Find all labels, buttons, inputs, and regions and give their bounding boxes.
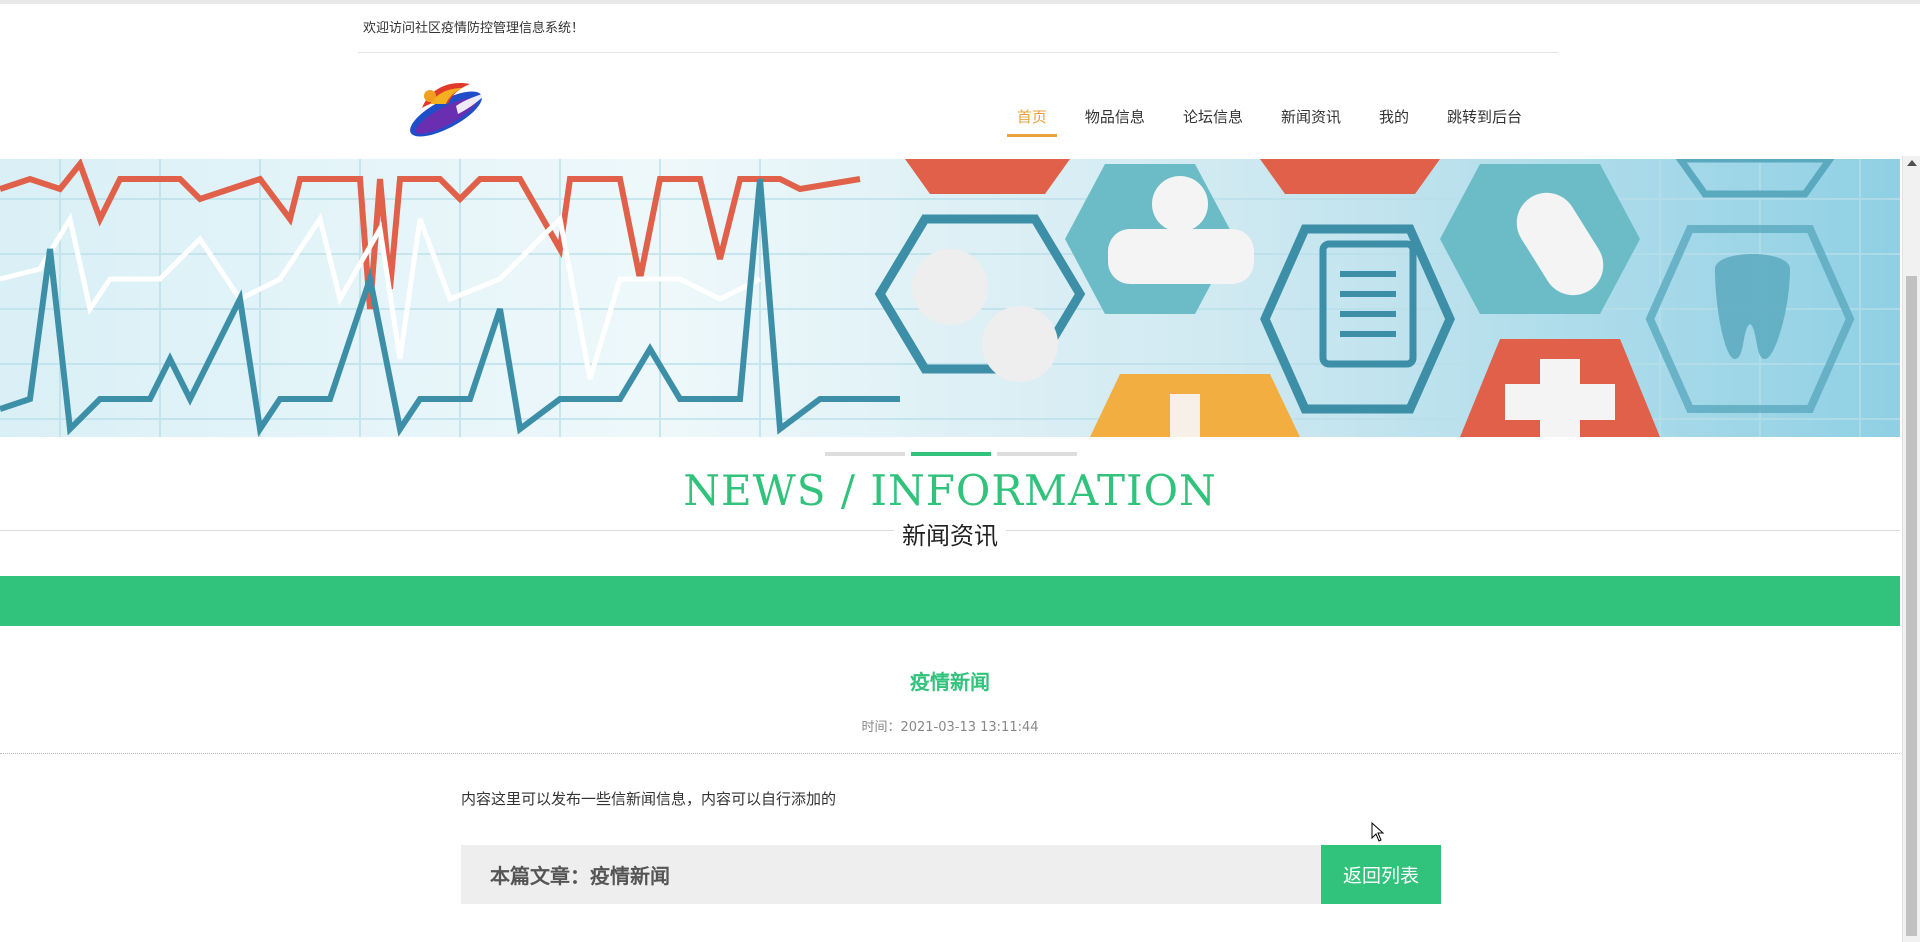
scrollbar[interactable]	[1902, 156, 1920, 942]
mouse-cursor-icon	[1371, 821, 1385, 846]
nav-item-mine[interactable]: 我的	[1369, 102, 1419, 137]
article-footer-label: 本篇文章：疫情新闻	[490, 864, 670, 888]
scroll-thumb[interactable]	[1906, 276, 1917, 936]
nav-item-admin[interactable]: 跳转到后台	[1437, 102, 1532, 137]
nav-item-forum[interactable]: 论坛信息	[1173, 102, 1253, 137]
article-footer: 本篇文章：疫情新闻 返回列表	[461, 845, 1441, 904]
site-logo[interactable]	[400, 70, 492, 144]
section-title: NEWS / INFORMATION	[683, 466, 1217, 515]
carousel-dot-1[interactable]	[825, 452, 905, 456]
section-subtitle: 新闻资讯	[0, 516, 1900, 551]
back-to-list-button[interactable]: 返回列表	[1321, 845, 1441, 904]
article-divider	[0, 753, 1900, 754]
section-subtitle-text: 新闻资讯	[894, 522, 1006, 550]
article-title: 疫情新闻	[910, 670, 990, 694]
carousel-dot-3[interactable]	[997, 452, 1077, 456]
banner-image	[0, 159, 1900, 437]
welcome-bar: 欢迎访问社区疫情防控管理信息系统！	[358, 18, 1558, 53]
nav-item-news[interactable]: 新闻资讯	[1271, 102, 1351, 137]
nav-item-goods[interactable]: 物品信息	[1075, 102, 1155, 137]
nav-item-home[interactable]: 首页	[1006, 102, 1057, 137]
article-content: 内容这里可以发布一些信新闻信息，内容可以自行添加的	[461, 790, 837, 808]
main-nav: 首页 物品信息 论坛信息 新闻资讯 我的 跳转到后台	[989, 102, 1532, 137]
page: 欢迎访问社区疫情防控管理信息系统！ 首页 物品信息 论坛信息 新闻资讯 我的 跳…	[0, 0, 1920, 942]
carousel-indicators	[825, 452, 1077, 456]
scroll-up-arrow-icon[interactable]	[1907, 160, 1917, 166]
article-time: 时间：2021-03-13 13:11:44	[861, 720, 1039, 735]
welcome-text: 欢迎访问社区疫情防控管理信息系统！	[363, 21, 585, 36]
carousel-dot-2[interactable]	[911, 452, 991, 456]
green-banner-bar	[0, 576, 1900, 626]
